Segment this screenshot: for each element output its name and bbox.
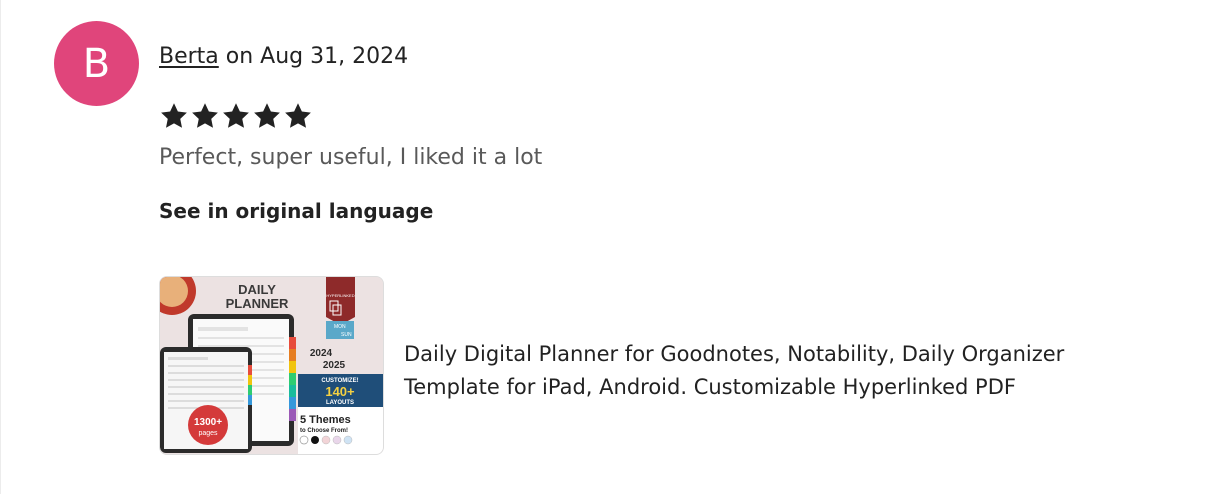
pages-label: pages: [198, 430, 218, 437]
star-rating: [159, 101, 313, 131]
review-date: on Aug 31, 2024: [225, 44, 409, 69]
year-1: 2024: [310, 348, 333, 359]
thumb-heading-1: DAILY: [238, 282, 276, 297]
avatar: B: [54, 21, 139, 106]
color-tabs: [289, 337, 296, 421]
tag-sun: SUN: [341, 332, 352, 338]
themes-title: 5 Themes: [300, 414, 351, 426]
review-text: Perfect, super useful, I liked it a lot: [159, 145, 543, 170]
thumb-heading-2: PLANNER: [226, 296, 289, 311]
ribbon-text: HYPERLINKED: [326, 293, 354, 298]
tag-mon: MON: [334, 324, 346, 330]
star-icon: [192, 103, 218, 128]
themes-subtitle: to Choose From!: [300, 428, 348, 434]
see-original-language-button[interactable]: See in original language: [159, 199, 433, 223]
year-2: 2025: [323, 360, 346, 371]
planner-product-image: DAILY PLANNER HYPERLINKED MON SUN 1300+ …: [160, 277, 383, 454]
star-icon: [223, 103, 249, 128]
star-icon: [285, 103, 311, 128]
star-icon: [161, 103, 187, 128]
author-link[interactable]: Berta: [159, 44, 219, 69]
review-card: B Berta on Aug 31, 2024 Perfect, super u…: [0, 0, 1210, 494]
layouts-label: LAYOUTS: [326, 400, 354, 406]
item-thumbnail[interactable]: DAILY PLANNER HYPERLINKED MON SUN 1300+ …: [159, 276, 384, 455]
item-title-link[interactable]: Daily Digital Planner for Goodnotes, Not…: [404, 338, 1164, 404]
avatar-initial: B: [82, 40, 111, 87]
layouts-count: 140+: [325, 384, 355, 399]
pages-count: 1300+: [194, 417, 222, 428]
review-byline: Berta on Aug 31, 2024: [159, 44, 408, 69]
star-icon: [254, 103, 280, 128]
